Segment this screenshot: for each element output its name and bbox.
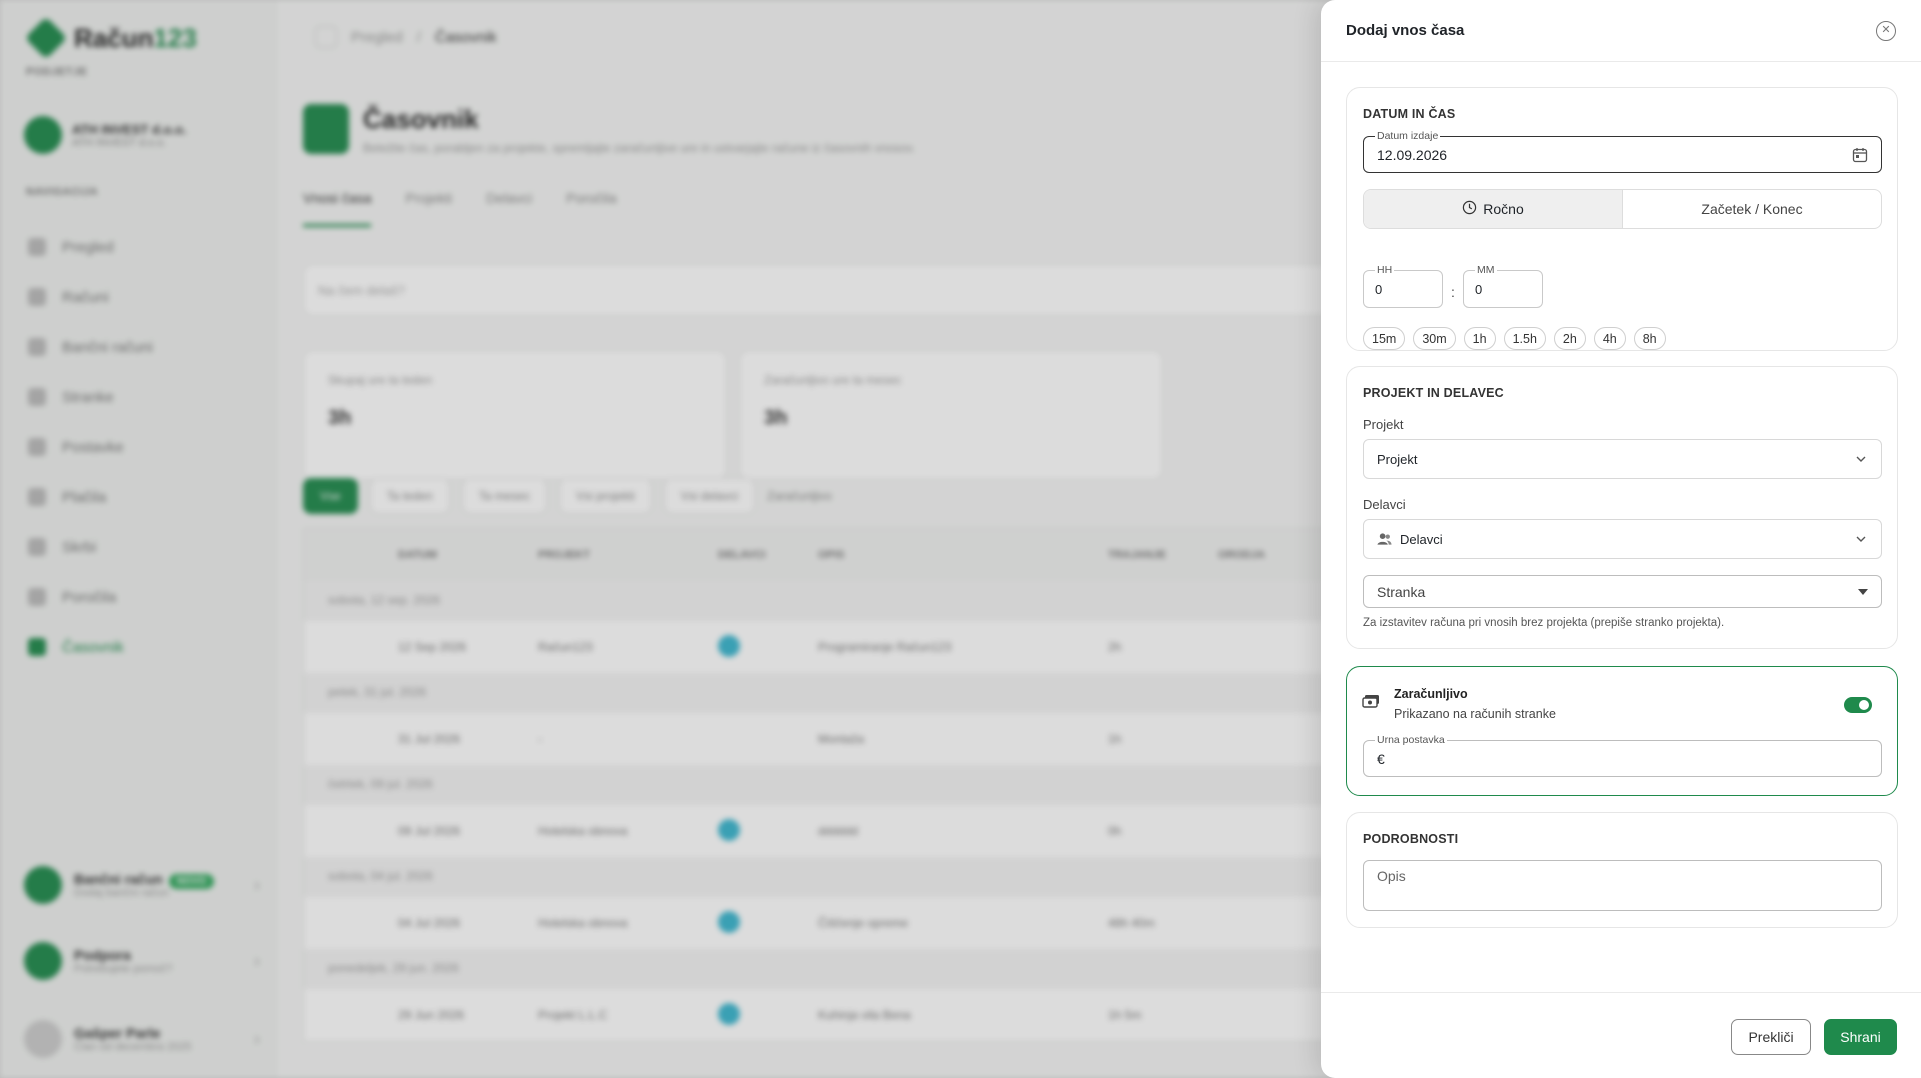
section-title: PODROBNOSTI <box>1363 832 1459 846</box>
date-time-section: DATUM IN ČAS Datum izdaje 12.09.2026 Roč… <box>1346 87 1898 351</box>
details-section: PODROBNOSTI Opis <box>1346 812 1898 928</box>
money-icon <box>1362 694 1380 709</box>
clock-icon <box>1462 200 1477 218</box>
mode-range-button[interactable]: Začetek / Konec <box>1623 190 1881 228</box>
preset-1-5h-button[interactable]: 1.5h <box>1503 327 1546 350</box>
time-separator: : <box>1451 284 1455 300</box>
preset-15m-button[interactable]: 15m <box>1363 327 1406 350</box>
section-title: DATUM IN ČAS <box>1363 107 1456 121</box>
preset-4h-button[interactable]: 4h <box>1593 327 1626 350</box>
preset-30m-button[interactable]: 30m <box>1413 327 1456 350</box>
chevron-down-icon <box>1854 452 1868 466</box>
save-button[interactable]: Shrani <box>1824 1019 1897 1055</box>
preset-1h-button[interactable]: 1h <box>1463 327 1496 350</box>
users-icon <box>1377 532 1392 546</box>
cancel-button[interactable]: Prekliči <box>1731 1019 1811 1055</box>
billable-toggle[interactable] <box>1844 697 1872 713</box>
date-field[interactable]: Datum izdaje 12.09.2026 <box>1363 129 1882 173</box>
date-field-label: Datum izdaje <box>1375 129 1441 143</box>
caret-down-icon <box>1858 588 1868 595</box>
hours-input[interactable]: HH 0 <box>1363 263 1443 308</box>
chevron-down-icon <box>1854 532 1868 546</box>
project-label: Projekt <box>1363 417 1404 432</box>
project-select[interactable]: Projekt <box>1363 439 1882 479</box>
duration-presets: 15m 30m 1h 1.5h 2h 4h 8h <box>1363 327 1666 350</box>
description-textarea[interactable]: Opis <box>1363 860 1882 911</box>
drawer-header: Dodaj vnos časa ✕ <box>1321 0 1921 62</box>
close-icon[interactable]: ✕ <box>1876 20 1896 41</box>
billable-section: Zaračunljivo Prikazano na računih strank… <box>1346 666 1898 796</box>
client-select[interactable]: Stranka <box>1363 575 1882 608</box>
billable-title: Zaračunljivo <box>1394 687 1468 701</box>
drawer-footer: Prekliči Shrani <box>1321 992 1921 1078</box>
preset-8h-button[interactable]: 8h <box>1633 327 1666 350</box>
project-worker-section: PROJEKT IN DELAVEC Projekt Projekt Delav… <box>1346 366 1898 649</box>
date-value: 12.09.2026 <box>1377 146 1448 163</box>
entry-mode-toggle: Ročno Začetek / Konec <box>1363 189 1882 229</box>
preset-2h-button[interactable]: 2h <box>1553 327 1586 350</box>
client-helper-text: Za izstavitev računa pri vnosih brez pro… <box>1363 617 1725 629</box>
workers-label: Delavci <box>1363 497 1406 512</box>
mode-manual-button[interactable]: Ročno <box>1364 190 1623 228</box>
hourly-rate-input[interactable]: Urna postavka € <box>1363 733 1882 777</box>
workers-select[interactable]: Delavci <box>1363 519 1882 559</box>
drawer-title: Dodaj vnos časa <box>1346 22 1465 39</box>
minutes-input[interactable]: MM 0 <box>1463 263 1543 308</box>
billable-subtitle: Prikazano na računih stranke <box>1394 707 1556 721</box>
currency-symbol: € <box>1377 750 1385 767</box>
section-title: PROJEKT IN DELAVEC <box>1363 386 1504 400</box>
calendar-icon[interactable] <box>1852 147 1868 163</box>
add-time-entry-drawer: Dodaj vnos časa ✕ DATUM IN ČAS Datum izd… <box>1321 0 1921 1078</box>
